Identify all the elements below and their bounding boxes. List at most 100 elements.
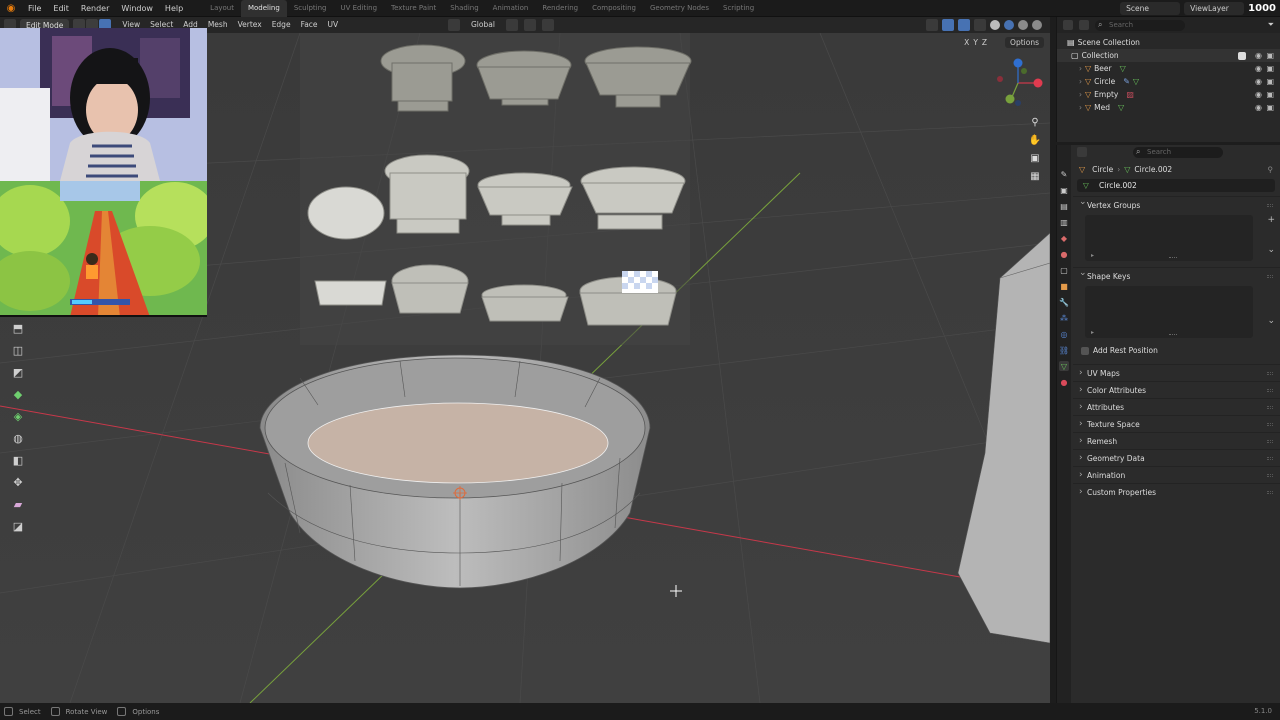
vertex-group-specials-icon[interactable]: ⌄: [1267, 245, 1275, 255]
shading-rendered-icon[interactable]: [1032, 20, 1042, 30]
spin-tool-icon[interactable]: ◧: [8, 450, 28, 470]
menu-face[interactable]: Face: [296, 18, 323, 32]
view-layer-selector[interactable]: ViewLayer: [1184, 2, 1245, 15]
menu-edge[interactable]: Edge: [267, 18, 296, 32]
shading-material-icon[interactable]: [1018, 20, 1028, 30]
texture-space-panel-header[interactable]: Texture Space: [1073, 415, 1280, 433]
xray-toggle-icon[interactable]: [974, 19, 986, 31]
attributes-panel-header[interactable]: Attributes: [1073, 398, 1280, 416]
add-vertex-group-icon[interactable]: +: [1267, 215, 1275, 225]
render-tab-icon[interactable]: ▣: [1059, 185, 1069, 195]
workspace-tab-layout[interactable]: Layout: [203, 0, 241, 17]
bevel-tool-icon[interactable]: ◩: [8, 362, 28, 382]
workspace-tab-texture-paint[interactable]: Texture Paint: [384, 0, 443, 17]
physics-tab-icon[interactable]: ◎: [1059, 329, 1069, 339]
extrude-tool-icon[interactable]: ⬒: [8, 318, 28, 338]
transform-orientation-icon[interactable]: [448, 19, 460, 31]
remesh-panel-header[interactable]: Remesh: [1073, 432, 1280, 450]
workspace-tab-compositing[interactable]: Compositing: [585, 0, 643, 17]
animation-panel-header[interactable]: Animation: [1073, 466, 1280, 484]
mesh-name-field[interactable]: ▽ Circle.002: [1077, 179, 1275, 192]
outliner-search-input[interactable]: Search: [1095, 19, 1185, 31]
render-camera-icon[interactable]: ▣: [1266, 75, 1274, 88]
properties-search-input[interactable]: Search: [1133, 146, 1223, 158]
shading-solid-icon[interactable]: [1004, 20, 1014, 30]
transform-orientation-select[interactable]: Global: [466, 18, 500, 32]
gizmo-toggle-icon[interactable]: [942, 19, 954, 31]
collection-exclude-checkbox[interactable]: [1238, 51, 1246, 60]
perspective-toggle-icon[interactable]: ▦: [1028, 169, 1042, 183]
zoom-icon[interactable]: ⚲: [1028, 115, 1042, 129]
scene-selector[interactable]: Scene: [1120, 2, 1181, 15]
data-tab-icon[interactable]: ▽: [1059, 361, 1069, 371]
visibility-eye-icon[interactable]: ◉: [1255, 88, 1262, 101]
particles-tab-icon[interactable]: ⁂: [1059, 313, 1069, 323]
scene-collection-row[interactable]: ▤ Scene Collection: [1057, 36, 1280, 49]
outliner-item-circle[interactable]: › ▽ Circle ✎ ▽ ◉ ▣: [1057, 75, 1280, 88]
scene-tab-icon[interactable]: ◆: [1059, 233, 1069, 243]
output-tab-icon[interactable]: ▤: [1059, 201, 1069, 211]
outliner-item-med[interactable]: › ▽ Med ▽ ◉ ▣: [1057, 101, 1280, 114]
menu-help[interactable]: Help: [159, 0, 189, 17]
menu-vertex[interactable]: Vertex: [233, 18, 267, 32]
visibility-eye-icon[interactable]: ◉: [1255, 62, 1262, 75]
inset-tool-icon[interactable]: ◫: [8, 340, 28, 360]
smooth-tool-icon[interactable]: ✥: [8, 472, 28, 492]
shading-wireframe-icon[interactable]: [990, 20, 1000, 30]
tool-tab-icon[interactable]: ✎: [1059, 169, 1069, 179]
workspace-tab-scripting[interactable]: Scripting: [716, 0, 761, 17]
blender-logo-icon[interactable]: ◉: [0, 0, 22, 17]
vertex-groups-list[interactable]: ▸: [1085, 215, 1253, 261]
collection-tab-icon[interactable]: ▢: [1059, 265, 1069, 275]
collection-row[interactable]: ▢ Collection ◉ ▣: [1057, 49, 1280, 62]
mirror-axis-z[interactable]: Z: [982, 38, 987, 47]
view-layer-tab-icon[interactable]: ▥: [1059, 217, 1069, 227]
outliner-editor-type-icon[interactable]: [1063, 20, 1073, 30]
visibility-eye-icon[interactable]: ◉: [1255, 75, 1262, 88]
menu-window[interactable]: Window: [115, 0, 159, 17]
mirror-axis-y[interactable]: Y: [973, 38, 978, 47]
visibility-eye-icon[interactable]: ◉: [1255, 101, 1262, 114]
render-camera-icon[interactable]: ▣: [1266, 88, 1274, 101]
workspace-tab-shading[interactable]: Shading: [443, 0, 485, 17]
workspace-tab-rendering[interactable]: Rendering: [535, 0, 585, 17]
rip-tool-icon[interactable]: ◪: [8, 516, 28, 536]
checkbox-box[interactable]: [1081, 347, 1089, 355]
menu-mesh[interactable]: Mesh: [203, 18, 233, 32]
workspace-tab-geometry-nodes[interactable]: Geometry Nodes: [643, 0, 716, 17]
display-mode-icon[interactable]: [1079, 20, 1089, 30]
outliner-item-empty[interactable]: › ▽ Empty ▨ ◉ ▣: [1057, 88, 1280, 101]
workspace-tab-animation[interactable]: Animation: [486, 0, 536, 17]
snap-icon[interactable]: [523, 19, 536, 31]
color-attributes-panel-header[interactable]: Color Attributes: [1073, 381, 1280, 399]
shape-key-specials-icon[interactable]: ⌄: [1267, 316, 1275, 326]
collection-visibility-icon[interactable]: ◉: [1255, 49, 1262, 62]
outliner-item-beer[interactable]: › ▽ Beer ▽ ◉ ▣: [1057, 62, 1280, 75]
filter-icon[interactable]: ⏷: [1268, 20, 1274, 30]
world-tab-icon[interactable]: ●: [1059, 249, 1069, 259]
menu-render[interactable]: Render: [75, 0, 115, 17]
pin-icon[interactable]: ⚲: [1268, 165, 1274, 174]
modifier-tab-icon[interactable]: 🔧: [1059, 297, 1069, 307]
knife-tool-icon[interactable]: ◈: [8, 406, 28, 426]
menu-edit[interactable]: Edit: [47, 0, 75, 17]
render-camera-icon[interactable]: ▣: [1266, 62, 1274, 75]
camera-view-icon[interactable]: ▣: [1028, 151, 1042, 165]
pivot-point-icon[interactable]: [505, 19, 518, 31]
workspace-tab-sculpting[interactable]: Sculpting: [287, 0, 334, 17]
visibility-icon[interactable]: [926, 19, 938, 31]
proportional-editing-icon[interactable]: [541, 19, 554, 31]
add-rest-position-checkbox[interactable]: Add Rest Position: [1073, 344, 1280, 358]
auto-merge-icon[interactable]: [991, 37, 1002, 48]
options-dropdown[interactable]: Options: [1005, 37, 1044, 48]
mirror-axis-x[interactable]: X: [964, 38, 969, 47]
vertex-groups-panel-header[interactable]: Vertex Groups: [1073, 194, 1280, 213]
menu-uv[interactable]: UV: [323, 18, 344, 32]
workspace-tab-uv-editing[interactable]: UV Editing: [334, 0, 385, 17]
pan-hand-icon[interactable]: ✋: [1028, 133, 1042, 147]
geometry-data-panel-header[interactable]: Geometry Data: [1073, 449, 1280, 467]
menu-file[interactable]: File: [22, 0, 47, 17]
shape-keys-panel-header[interactable]: Shape Keys: [1073, 265, 1280, 284]
collection-render-icon[interactable]: ▣: [1266, 49, 1274, 62]
shear-tool-icon[interactable]: ▰: [8, 494, 28, 514]
